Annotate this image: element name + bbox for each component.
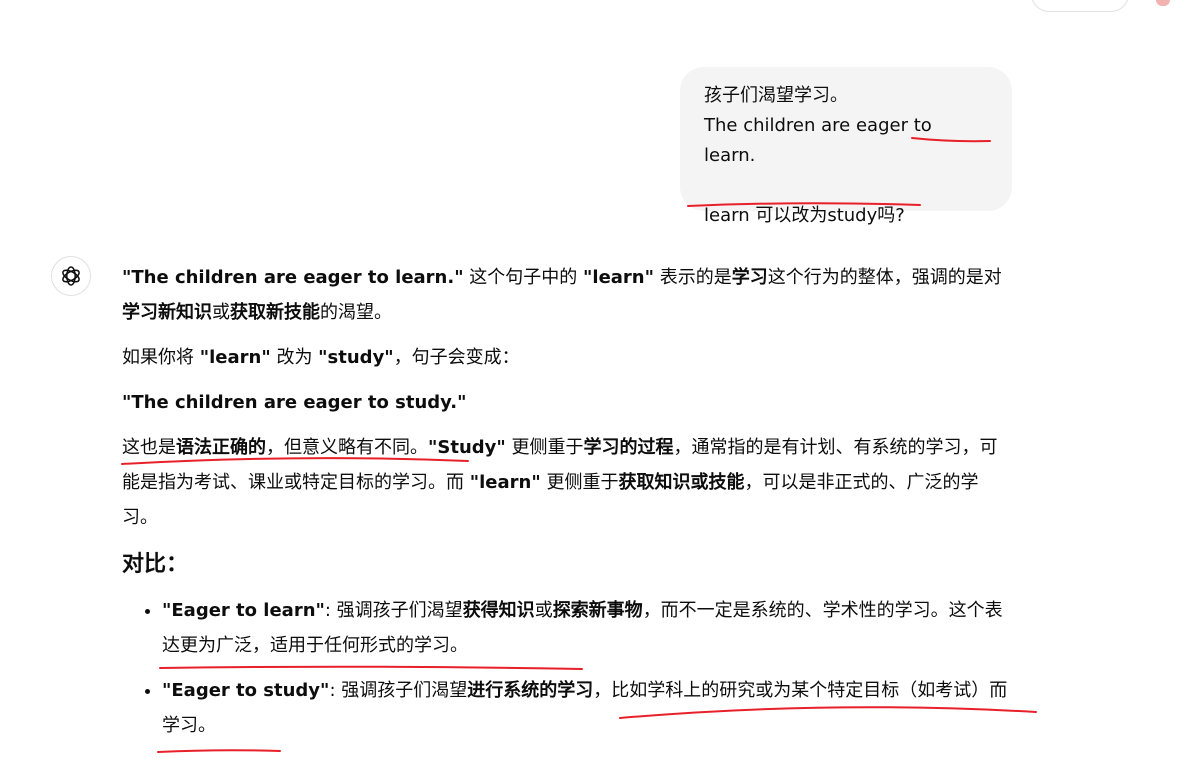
answer-paragraph: 如果你将 "learn" 改为 "study"，句子会变成： [122,347,520,368]
list-item: "Eager to learn": 强调孩子们渴望获得知识或探索新事物，而不一定… [162,593,1012,663]
comparison-list: "Eager to learn": 强调孩子们渴望获得知识或探索新事物，而不一定… [122,593,1012,743]
top-bar-button[interactable] [1031,0,1129,12]
user-message-spacer [704,171,988,201]
answer-paragraph: "The children are eager to learn." 这个句子中… [122,267,1002,323]
answer-paragraph: 这也是语法正确的，但意义略有不同。"Study" 更侧重于学习的过程，通常指的是… [122,437,998,528]
assistant-message: "The children are eager to learn." 这个句子中… [122,260,1012,753]
user-message-line: The children are eager to learn. [704,115,932,166]
answer-paragraph: "The children are eager to study." [122,392,467,413]
user-message-bubble: 孩子们渴望学习。 The children are eager to learn… [680,67,1012,226]
user-avatar[interactable] [1156,0,1170,6]
openai-logo-icon [62,266,80,286]
section-heading: 对比： [122,552,189,577]
user-message-line: learn 可以改为study吗? [704,205,905,226]
user-message-line: 孩子们渴望学习。 [704,85,848,106]
assistant-avatar [51,256,91,296]
list-item: "Eager to study": 强调孩子们渴望进行系统的学习，比如学科上的研… [162,673,1012,743]
